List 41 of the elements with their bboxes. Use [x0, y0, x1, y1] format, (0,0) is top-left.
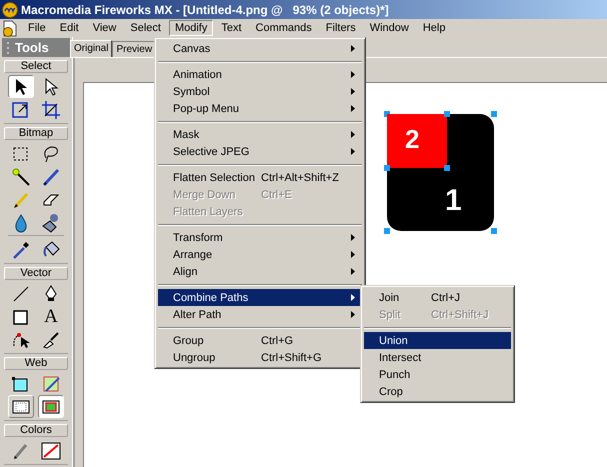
menu-item[interactable]: Window	[364, 20, 415, 36]
panel-title: Tools	[15, 40, 49, 55]
document-tab[interactable]: Preview	[112, 41, 156, 57]
menu-item[interactable]: Crop	[364, 383, 511, 400]
menu-item[interactable]: Select	[124, 20, 167, 36]
window-title: Macromedia Fireworks MX - [Untitled-4.png @ 93% (2 objects)*]	[21, 2, 389, 16]
menu-item[interactable]: Help	[416, 20, 452, 36]
menu-item[interactable]: Align	[158, 263, 362, 280]
text-tool[interactable]: A	[38, 305, 64, 328]
menu-item[interactable]: Combine Paths	[158, 289, 362, 306]
menu-item[interactable]: Selective JPEG	[158, 143, 362, 160]
menu-item[interactable]: Pop-up Menu	[158, 100, 362, 117]
menu-item[interactable]: Canvas	[158, 40, 362, 57]
menu-item[interactable]: Flatten Selection Ctrl+Alt+Shift+Z	[158, 169, 362, 186]
menu-item[interactable]: Arrange	[158, 246, 362, 263]
object-label: 2	[405, 126, 420, 152]
section-title: Web	[4, 357, 68, 370]
menu-item[interactable]: Alter Path	[158, 306, 362, 323]
menu-item[interactable]: File	[22, 20, 52, 36]
menu-item[interactable]: Join Ctrl+J	[364, 289, 511, 306]
menu-item[interactable]: Filters	[320, 20, 362, 36]
menu-item[interactable]: Symbol	[158, 83, 362, 100]
menu-item[interactable]: Modify	[168, 20, 214, 36]
menu-item[interactable]: Union	[364, 332, 511, 349]
object-label: 1	[445, 186, 462, 216]
section-title: Colors	[4, 424, 68, 437]
document-tab[interactable]: Original	[70, 40, 112, 57]
section-title: Bitmap	[4, 127, 68, 140]
menu-item[interactable]: Punch	[364, 366, 511, 383]
menu-item[interactable]: Text	[215, 20, 248, 36]
menu-item[interactable]: Ungroup Ctrl+Shift+G	[158, 349, 362, 366]
menu-item[interactable]: Commands	[250, 20, 318, 36]
section-title: Select	[4, 60, 68, 73]
menu-item[interactable]: Group Ctrl+G	[158, 332, 362, 349]
menu-item[interactable]: Edit	[54, 20, 85, 36]
menu-item[interactable]: Transform	[158, 229, 362, 246]
menu-item[interactable]: Mask	[158, 126, 362, 143]
menu-item[interactable]: View	[86, 20, 122, 36]
menu-item[interactable]: Intersect	[364, 349, 511, 366]
section-title: Vector	[4, 267, 68, 280]
menu-item[interactable]: Animation	[158, 66, 362, 83]
